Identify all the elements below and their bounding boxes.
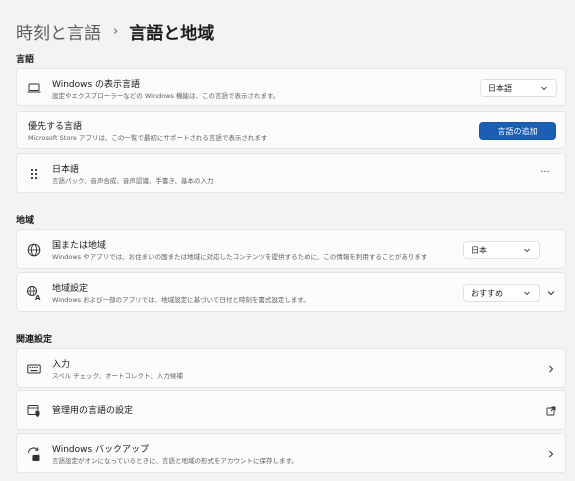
chevron-down-icon: [524, 248, 530, 253]
backup-sync-icon: [26, 446, 42, 462]
section-title-region: 地域: [16, 216, 35, 226]
admin-shield-icon: [26, 403, 42, 419]
chevron-down-icon: [524, 291, 530, 296]
chevron-down-icon: [541, 86, 547, 91]
japanese-language-title: 日本語: [52, 165, 80, 175]
japanese-language-card[interactable]: 日本語 言語パック、音声合成、音声認識、手書き、基本の入力 ···: [16, 153, 566, 193]
preferred-languages-card: 優先する言語 Microsoft Store アプリは、この一覧で最初にサポート…: [16, 111, 566, 149]
more-options-button[interactable]: ···: [537, 167, 553, 178]
windows-backup-subtitle: 言語設定がオンになっているときに、言語と地域の形式をアカウントに保存します。: [52, 457, 298, 465]
breadcrumb-parent[interactable]: 時刻と言語: [16, 19, 101, 44]
preferred-languages-subtitle: Microsoft Store アプリは、この一覧で最初にサポートされる言語で表…: [28, 134, 268, 142]
svg-text:A: A: [35, 294, 41, 301]
display-language-card: Windows の表示言語 設定やエクスプローラーなどの Windows 機能は…: [16, 68, 566, 106]
chevron-right-icon: [546, 364, 556, 374]
regional-format-title: 地域設定: [52, 284, 89, 294]
country-dropdown-value: 日本: [471, 245, 487, 255]
windows-backup-title: Windows バックアップ: [52, 445, 150, 455]
admin-language-card[interactable]: 管理用の言語の設定: [16, 390, 566, 430]
display-language-title: Windows の表示言語: [52, 80, 141, 90]
section-title-related: 関連設定: [16, 335, 53, 345]
globe-icon: [26, 242, 42, 258]
external-link-icon: [546, 406, 556, 416]
display-language-subtitle: 設定やエクスプローラーなどの Windows 機能は、この言語で表示されます。: [52, 92, 280, 100]
typing-card[interactable]: 入力 スペル チェック、オートコレクト、入力候補: [16, 348, 566, 388]
chevron-right-icon: [546, 449, 556, 459]
regional-format-dropdown-value: おすすめ: [471, 288, 503, 298]
section-title-language: 言語: [16, 55, 35, 65]
windows-backup-card[interactable]: Windows バックアップ 言語設定がオンになっているときに、言語と地域の形式…: [16, 433, 566, 473]
typing-title: 入力: [52, 360, 71, 370]
breadcrumb-separator: ›: [113, 23, 119, 39]
typing-subtitle: スペル チェック、オートコレクト、入力候補: [52, 372, 183, 380]
regional-format-subtitle: Windows および一部のアプリでは、地域設定に基づいて日付と時刻を書式設定し…: [52, 296, 310, 304]
display-language-dropdown[interactable]: 日本語: [480, 79, 557, 97]
add-language-button[interactable]: 言語の追加: [479, 122, 556, 140]
keyboard-icon: [26, 361, 42, 377]
expand-chevron-icon[interactable]: [546, 288, 556, 298]
country-card: 国または地域 Windows やアプリでは、お住まいの国または地域に対応したコン…: [16, 229, 566, 269]
display-language-dropdown-value: 日本語: [488, 83, 512, 93]
laptop-icon: [26, 80, 42, 96]
breadcrumb: 時刻と言語 › 言語と地域: [16, 18, 214, 44]
regional-format-card: A 地域設定 Windows および一部のアプリでは、地域設定に基づいて日付と時…: [16, 272, 566, 312]
settings-page: 時刻と言語 › 言語と地域 言語 Windows の表示言語 設定やエクスプロー…: [0, 0, 575, 481]
regional-format-icon: A: [26, 285, 42, 301]
preferred-languages-title: 優先する言語: [28, 122, 83, 132]
regional-format-dropdown[interactable]: おすすめ: [463, 284, 540, 302]
country-dropdown[interactable]: 日本: [463, 241, 540, 259]
page-title: 言語と地域: [129, 23, 215, 44]
japanese-language-subtitle: 言語パック、音声合成、音声認識、手書き、基本の入力: [52, 177, 214, 185]
country-title: 国または地域: [52, 241, 107, 251]
admin-language-title: 管理用の言語の設定: [52, 406, 134, 416]
drag-handle-icon[interactable]: [26, 166, 42, 182]
country-subtitle: Windows やアプリでは、お住まいの国または地域に対応したコンテンツを提供す…: [52, 253, 428, 261]
